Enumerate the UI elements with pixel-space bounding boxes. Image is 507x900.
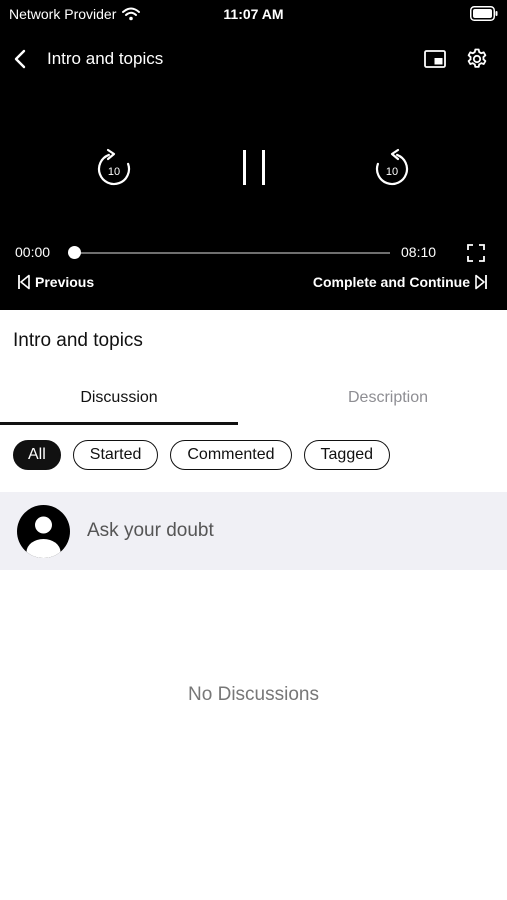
filter-tagged[interactable]: Tagged — [303, 440, 391, 470]
rewind-seconds: 10 — [108, 166, 120, 178]
carrier: Network Provider — [9, 6, 141, 22]
gear-icon[interactable] — [465, 47, 489, 71]
pause-button[interactable] — [237, 146, 271, 190]
rewind-10-icon: 10 — [97, 148, 131, 186]
forward-seconds: 10 — [386, 166, 398, 178]
tab-description[interactable]: Description — [269, 389, 507, 407]
total-time: 08:10 — [401, 244, 437, 260]
back-chevron-icon[interactable] — [10, 48, 30, 70]
previous-button[interactable]: Previous — [17, 274, 94, 290]
filter-started[interactable]: Started — [72, 440, 159, 470]
lesson-title: Intro and topics — [13, 330, 143, 351]
filter-commented[interactable]: Commented — [170, 440, 292, 470]
next-label: Complete and Continue — [312, 274, 470, 290]
current-time: 00:00 — [15, 244, 51, 260]
fullscreen-icon[interactable] — [466, 243, 486, 263]
filter-all[interactable]: All — [13, 440, 61, 470]
seek-bar[interactable] — [74, 252, 390, 254]
status-bar: Network Provider 11:07 AM — [0, 0, 507, 28]
battery-icon — [470, 6, 498, 21]
forward-10-button[interactable]: 10 — [372, 146, 412, 190]
player-top-bar: Intro and topics — [0, 40, 507, 78]
forward-10-icon: 10 — [375, 148, 409, 186]
wifi-icon — [122, 7, 141, 21]
carrier-label: Network Provider — [9, 6, 117, 22]
pause-icon — [243, 150, 265, 185]
rewind-10-button[interactable]: 10 — [94, 146, 134, 190]
user-avatar-icon — [17, 505, 70, 558]
previous-label: Previous — [35, 274, 95, 290]
tab-discussion[interactable]: Discussion — [0, 389, 238, 407]
picture-in-picture-icon[interactable] — [423, 48, 447, 70]
ask-doubt-bar[interactable]: Ask your doubt — [0, 492, 507, 570]
ask-doubt-input[interactable]: Ask your doubt — [87, 520, 214, 542]
empty-state: No Discussions — [188, 684, 319, 705]
skip-next-icon — [475, 274, 487, 290]
video-player[interactable]: Network Provider 11:07 AM Intro and topi… — [0, 0, 507, 310]
seek-thumb[interactable] — [68, 246, 81, 259]
tab-underline — [0, 422, 238, 425]
skip-previous-icon — [18, 274, 30, 290]
filter-chips: All Started Commented Tagged — [13, 440, 391, 470]
complete-and-continue-button[interactable]: Complete and Continue — [313, 274, 488, 290]
video-title: Intro and topics — [47, 49, 164, 68]
tab-bar: Discussion Description — [0, 378, 507, 426]
